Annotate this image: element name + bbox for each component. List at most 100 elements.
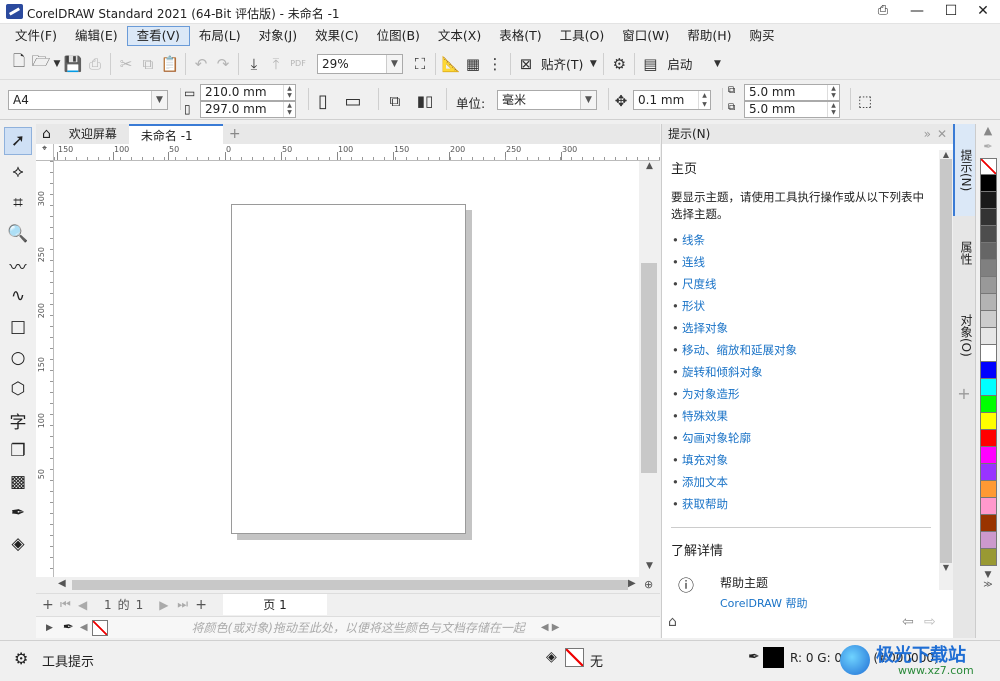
- hint-link-fills[interactable]: 填充对象: [662, 449, 953, 471]
- menu-effects[interactable]: 效果(C): [306, 26, 367, 46]
- minimize-button[interactable]: —: [900, 0, 934, 24]
- add-page-before-icon[interactable]: +: [42, 597, 60, 613]
- status-gear-icon[interactable]: ⚙: [14, 649, 28, 668]
- show-rulers-icon[interactable]: 📐: [440, 53, 462, 75]
- hint-link-rotate-skew[interactable]: 旋转和倾斜对象: [662, 361, 953, 383]
- first-page-icon[interactable]: ⏮: [60, 597, 78, 612]
- scroll-up-icon[interactable]: ▲: [639, 161, 660, 171]
- vertical-scrollbar[interactable]: ▲ ▼: [639, 161, 660, 577]
- pick-tool-icon[interactable]: ➚: [4, 127, 32, 155]
- menu-help[interactable]: 帮助(H): [678, 26, 740, 46]
- color-swatch[interactable]: [980, 209, 997, 226]
- show-grid-icon[interactable]: ▦: [462, 53, 484, 75]
- drop-shadow-tool-icon[interactable]: ❐: [4, 437, 32, 465]
- fill-color-swatch[interactable]: [565, 648, 584, 667]
- launch-app-icon[interactable]: ▤: [639, 53, 661, 75]
- open-folder-icon[interactable]: 🗁: [30, 52, 52, 75]
- page-width-field[interactable]: 210.0 mm ▲ ▼: [200, 84, 296, 101]
- color-swatch[interactable]: [980, 532, 997, 549]
- hint-link-get-help[interactable]: 获取帮助: [662, 493, 953, 515]
- docker-back-icon[interactable]: ⇦: [902, 614, 914, 630]
- color-swatch[interactable]: [980, 175, 997, 192]
- redo-icon[interactable]: ↷: [212, 53, 234, 75]
- zoom-level-field[interactable]: 29% ▼: [317, 53, 403, 74]
- color-swatch[interactable]: [980, 277, 997, 294]
- undo-icon[interactable]: ↶: [190, 53, 212, 75]
- menu-window[interactable]: 窗口(W): [613, 26, 678, 46]
- coreldraw-help-link[interactable]: CorelDRAW 帮助: [720, 595, 807, 611]
- page-height-field[interactable]: 297.0 mm ▲ ▼: [200, 101, 296, 118]
- launch-button[interactable]: 启动: [661, 54, 698, 73]
- snap-to-button[interactable]: 贴齐(T): [537, 54, 587, 73]
- eyedropper-tool-icon[interactable]: ✒: [4, 499, 32, 527]
- color-swatch[interactable]: [980, 328, 997, 345]
- previous-page-icon[interactable]: ◀: [78, 598, 96, 612]
- duplicate-y-field[interactable]: 5.0 mm ▲ ▼: [744, 101, 840, 118]
- color-swatch[interactable]: [980, 226, 997, 243]
- crop-tool-icon[interactable]: ⌗: [4, 189, 32, 217]
- menu-bitmaps[interactable]: 位图(B): [368, 26, 429, 46]
- account-icon[interactable]: ⎙: [866, 0, 900, 24]
- scroll-left-icon[interactable]: ◀: [58, 578, 66, 589]
- palette-scroll-down-icon[interactable]: ▼: [976, 570, 1000, 580]
- menu-text[interactable]: 文本(X): [429, 26, 490, 46]
- close-button[interactable]: ✕: [966, 0, 1000, 24]
- docker-forward-icon[interactable]: ⇨: [924, 614, 936, 630]
- menu-table[interactable]: 表格(T): [490, 26, 550, 46]
- color-swatch[interactable]: [980, 243, 997, 260]
- document-page[interactable]: [231, 204, 466, 534]
- add-docker-tab-icon[interactable]: +: [953, 384, 975, 403]
- color-swatch[interactable]: [980, 362, 997, 379]
- color-swatch[interactable]: [980, 515, 997, 532]
- hint-link-add-text[interactable]: 添加文本: [662, 471, 953, 493]
- snap-off-icon[interactable]: ⊠: [515, 53, 537, 75]
- color-swatch[interactable]: [980, 192, 997, 209]
- docker-collapse-icon[interactable]: »: [924, 124, 931, 144]
- color-swatch[interactable]: [980, 464, 997, 481]
- zoom-tool-icon[interactable]: 🔍: [4, 220, 32, 248]
- hint-link-move-scale[interactable]: 移动、缩放和延展对象: [662, 339, 953, 361]
- hint-link-outlines[interactable]: 勾画对象轮廓: [662, 427, 953, 449]
- menu-view[interactable]: 查看(V): [126, 26, 190, 46]
- ruler-origin[interactable]: ⌖: [36, 144, 54, 161]
- vertical-scroll-thumb[interactable]: [641, 263, 657, 473]
- tab-untitled-1[interactable]: 未命名 -1: [128, 124, 223, 144]
- snap-dropdown-icon[interactable]: ▼: [587, 53, 599, 75]
- color-swatch[interactable]: [980, 294, 997, 311]
- tab-welcome-screen[interactable]: 欢迎屏幕: [57, 124, 129, 144]
- menu-object[interactable]: 对象(J): [250, 26, 306, 46]
- menu-buy[interactable]: 购买: [741, 26, 784, 46]
- hint-link-special-effects[interactable]: 特殊效果: [662, 405, 953, 427]
- horizontal-scroll-thumb[interactable]: [72, 580, 628, 590]
- paper-size-dropdown-icon[interactable]: ▼: [151, 91, 167, 109]
- no-color-swatch[interactable]: [91, 619, 108, 636]
- home-icon[interactable]: ⌂: [36, 124, 57, 144]
- save-icon[interactable]: 💾: [62, 53, 84, 75]
- rectangle-tool-icon[interactable]: □: [4, 313, 32, 341]
- palette-expand-menu-icon[interactable]: ≫: [976, 580, 1000, 590]
- export-icon[interactable]: ⤒: [265, 53, 287, 75]
- scroll-right-icon[interactable]: ▶: [628, 578, 636, 589]
- interactive-fill-tool-icon[interactable]: ◈: [4, 530, 32, 558]
- hint-link-connectors[interactable]: 连线: [662, 251, 953, 273]
- horizontal-ruler[interactable]: 150 100 50 0 50 100 150 200 250 300: [54, 144, 660, 161]
- next-page-icon[interactable]: ▶: [159, 598, 177, 612]
- last-page-icon[interactable]: ⏭: [177, 597, 195, 612]
- hint-link-dimensions[interactable]: 尺度线: [662, 273, 953, 295]
- swatch-none[interactable]: [980, 158, 997, 175]
- copy-icon[interactable]: ⧉: [137, 53, 159, 75]
- open-dropdown-icon[interactable]: ▼: [52, 53, 62, 75]
- palette-expand-icon[interactable]: ▶: [46, 623, 53, 633]
- docker-home-icon[interactable]: ⌂: [668, 614, 677, 630]
- menu-tools[interactable]: 工具(O): [551, 26, 614, 46]
- add-page-after-icon[interactable]: +: [195, 597, 213, 613]
- artistic-media-tool-icon[interactable]: ∿: [4, 282, 32, 310]
- zoom-navigator-icon[interactable]: ⊕: [644, 578, 653, 591]
- color-swatch[interactable]: [980, 498, 997, 515]
- hint-link-shapes[interactable]: 形状: [662, 295, 953, 317]
- docker-scrollbar[interactable]: ▲ ▼: [939, 150, 953, 590]
- hint-link-shaping[interactable]: 为对象造形: [662, 383, 953, 405]
- color-swatch[interactable]: [980, 447, 997, 464]
- outline-color-swatch[interactable]: [763, 647, 784, 668]
- units-select[interactable]: 毫米 ▼: [497, 90, 597, 110]
